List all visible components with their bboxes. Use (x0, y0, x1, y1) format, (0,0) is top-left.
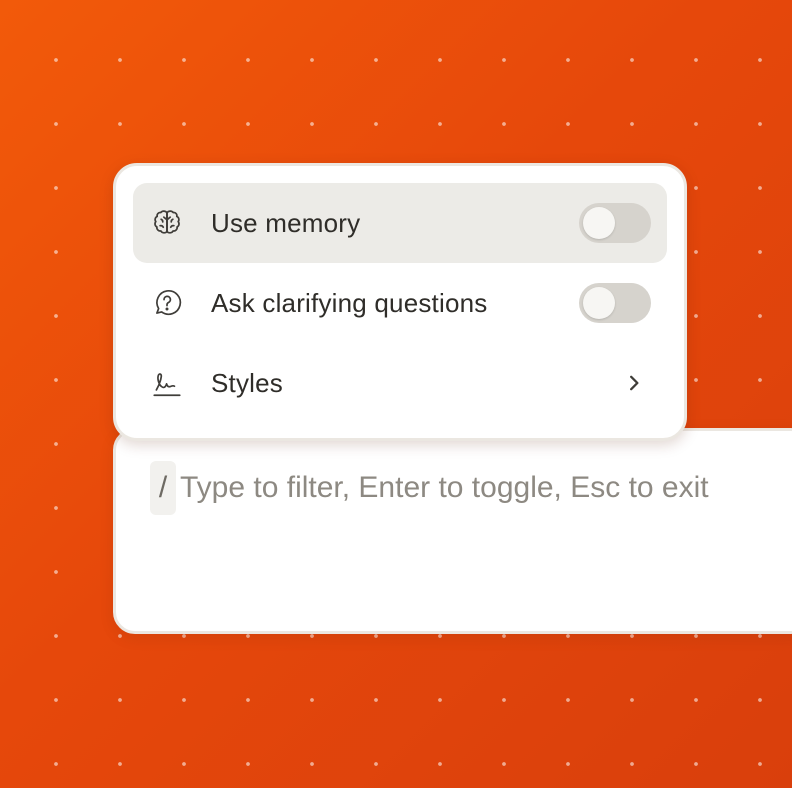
filter-placeholder: Type to filter, Enter to toggle, Esc to … (180, 471, 709, 504)
command-input-line[interactable]: / Type to filter, Enter to toggle, Esc t… (150, 461, 709, 515)
use-memory-toggle[interactable] (579, 203, 651, 243)
menu-item-styles[interactable]: Styles (133, 343, 667, 423)
slash-token: / (150, 461, 176, 515)
menu-item-ask-clarifying-questions[interactable]: Ask clarifying questions (133, 263, 667, 343)
toggle-knob (583, 287, 615, 319)
ask-clarifying-questions-toggle[interactable] (579, 283, 651, 323)
chevron-right-icon (619, 368, 649, 398)
menu-item-label: Styles (211, 367, 284, 398)
signature-icon (149, 365, 185, 401)
menu-item-use-memory[interactable]: Use memory (133, 183, 667, 263)
menu-item-label: Ask clarifying questions (211, 287, 488, 318)
slash-command-menu: Use memory Ask clarifying questions Styl… (113, 163, 687, 441)
toggle-knob (583, 207, 615, 239)
brain-icon (149, 205, 185, 241)
question-bubble-icon (149, 285, 185, 321)
command-input-box[interactable]: / Type to filter, Enter to toggle, Esc t… (113, 428, 792, 634)
menu-item-label: Use memory (211, 207, 361, 238)
